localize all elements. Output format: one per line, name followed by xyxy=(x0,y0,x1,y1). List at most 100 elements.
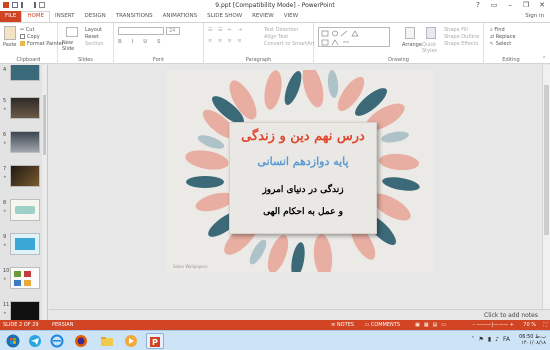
copy-button[interactable]: Copy xyxy=(20,34,40,40)
comments-toggle[interactable]: ▭ COMMENTS xyxy=(364,322,400,328)
clock[interactable]: 06:50 ب.ظ ۱۴۰۱/۰۸/۱۸ xyxy=(519,334,546,346)
tab-animations[interactable]: ANIMATIONS xyxy=(158,11,203,22)
arrange-icon[interactable] xyxy=(405,27,415,39)
help-button[interactable]: ? xyxy=(472,0,484,11)
font-label: Font xyxy=(153,57,164,63)
text-direction-button[interactable]: Text Direction xyxy=(264,27,298,33)
editing-label: Editing xyxy=(502,57,520,63)
alignment-buttons[interactable]: ≡ ≡ ≡ ≡ xyxy=(208,38,244,44)
flag-icon[interactable]: ⚑ xyxy=(478,336,483,343)
cut-button[interactable]: ✂ Cut xyxy=(20,27,34,33)
shape-fill-button[interactable]: Shape Fill xyxy=(444,27,468,33)
taskbar-powerpoint[interactable]: P xyxy=(146,333,164,349)
align-text-button[interactable]: Align Text xyxy=(264,34,288,40)
network-icon[interactable]: ▮ xyxy=(488,336,491,343)
zoom-slider[interactable]: – ———|——— + xyxy=(472,322,514,328)
slide-thumbnail-6[interactable] xyxy=(10,131,40,153)
media-player-icon xyxy=(125,335,137,347)
list-buttons[interactable]: ☰ ☰ ⇤ ⇥ xyxy=(208,27,244,33)
slide-thumbnail-4[interactable] xyxy=(10,65,40,81)
paintbrush-icon xyxy=(20,41,25,46)
close-button[interactable]: ✕ xyxy=(536,0,548,11)
slide-title-line-1: درس نهم دین و زندگی xyxy=(241,129,365,144)
taskbar-telegram[interactable] xyxy=(26,333,44,349)
slide-thumbnail-8[interactable] xyxy=(10,199,40,221)
tab-view[interactable]: VIEW xyxy=(279,11,303,22)
font-format-buttons[interactable]: B I U S xyxy=(118,39,165,45)
new-slide-icon[interactable] xyxy=(66,27,78,37)
layout-button[interactable]: Layout xyxy=(85,27,102,33)
thumbnail-number: 6 xyxy=(3,132,7,138)
thumbnail-number: 9 xyxy=(3,234,7,240)
collapse-ribbon-icon[interactable]: ⌃ xyxy=(542,56,546,62)
tab-review[interactable]: REVIEW xyxy=(247,11,279,22)
font-size-dropdown[interactable]: 24 xyxy=(166,27,180,35)
fit-to-window-icon[interactable]: ⛶ xyxy=(543,322,547,328)
up-arrow-icon[interactable]: ˄ xyxy=(471,336,474,343)
tab-transitions[interactable]: TRANSITIONS xyxy=(111,11,158,22)
title-textbox[interactable]: درس نهم دین و زندگی پایه دوازدهم انسانی … xyxy=(229,122,377,234)
window-title: 9.ppt [Compatibility Mode] - PowerPoint xyxy=(215,2,335,9)
zoom-level[interactable]: 70 % xyxy=(523,322,536,328)
thumbnail-number: 5 xyxy=(3,98,7,104)
shapes-gallery[interactable] xyxy=(318,27,390,47)
shape-effects-button[interactable]: Shape Effects xyxy=(444,41,478,47)
current-slide[interactable]: درس نهم دین و زندگی پایه دوازدهم انسانی … xyxy=(167,70,433,272)
powerpoint-window: 9.ppt [Compatibility Mode] - PowerPoint … xyxy=(0,0,550,350)
window-controls: ? ▭ – ❐ ✕ xyxy=(472,0,548,11)
taskbar-firefox[interactable] xyxy=(72,333,90,349)
shapes-icon xyxy=(321,30,359,46)
sign-in-link[interactable]: Sign in xyxy=(525,11,550,22)
notes-toggle[interactable]: ≡ NOTES xyxy=(331,322,354,328)
transition-star-icon: ★ xyxy=(3,310,7,315)
volume-icon[interactable]: ♪ xyxy=(495,336,499,343)
paste-button[interactable]: Paste xyxy=(3,42,17,48)
font-name-dropdown[interactable] xyxy=(118,27,164,35)
new-slide-button[interactable]: New Slide xyxy=(62,40,84,52)
tab-home[interactable]: HOME xyxy=(21,11,51,22)
slide-thumbnail-10[interactable] xyxy=(10,267,40,289)
select-button[interactable]: ↖ Select xyxy=(490,41,511,47)
powerpoint-icon: P xyxy=(150,337,160,347)
paste-icon[interactable] xyxy=(4,26,16,40)
taskbar-media-player[interactable] xyxy=(122,333,140,349)
thumbnail-number: 10 xyxy=(3,268,10,274)
find-button[interactable]: ⌕ Find xyxy=(490,27,505,33)
tab-slide-show[interactable]: SLIDE SHOW xyxy=(202,11,247,22)
tab-file[interactable]: FILE xyxy=(0,11,22,22)
language-indicator[interactable]: PERSIAN xyxy=(52,322,73,328)
replace-button[interactable]: ⇄ Replace xyxy=(490,34,516,40)
tab-design[interactable]: DESIGN xyxy=(80,11,111,22)
editing-group: ⌕ Find ⇄ Replace ↖ Select Editing xyxy=(484,23,538,64)
notes-pane[interactable]: Click to add notes xyxy=(49,309,550,320)
shape-outline-button[interactable]: Shape Outline xyxy=(444,34,479,40)
slide-thumbnail-7[interactable] xyxy=(10,165,40,187)
transition-star-icon: ★ xyxy=(3,242,7,247)
keyboard-language[interactable]: FA xyxy=(503,336,510,343)
view-buttons[interactable]: ▣▦▤▭ xyxy=(415,322,450,328)
taskbar-file-explorer[interactable] xyxy=(98,333,116,349)
restore-button[interactable]: ❐ xyxy=(520,0,532,11)
windows-start-icon[interactable] xyxy=(6,334,20,348)
slide-thumbnail-5[interactable] xyxy=(10,97,40,119)
convert-smartart-button[interactable]: Convert to SmartArt xyxy=(264,41,315,47)
quick-styles-icon[interactable] xyxy=(426,27,436,39)
ribbon-display-button[interactable]: ▭ xyxy=(488,0,500,11)
quick-styles-button[interactable]: Quick Styles xyxy=(422,42,442,54)
tab-insert[interactable]: INSERT xyxy=(50,11,79,22)
section-button[interactable]: Section xyxy=(85,41,104,47)
slide-title-line-3: زندگی در دنیای امروز xyxy=(262,185,344,195)
transition-star-icon: ★ xyxy=(3,106,7,111)
minimize-button[interactable]: – xyxy=(504,0,516,11)
status-bar: SLIDE 2 OF 29 PERSIAN ≡ NOTES ▭ COMMENTS… xyxy=(0,320,550,330)
arrange-button[interactable]: Arrange xyxy=(402,42,422,48)
slide-title-line-2: پایه دوازدهم انسانی xyxy=(257,155,349,168)
taskbar-internet-explorer[interactable] xyxy=(48,333,66,349)
replace-icon: ⇄ xyxy=(490,34,495,40)
editor-scrollbar[interactable] xyxy=(542,65,550,309)
thumbnail-number: 8 xyxy=(3,200,7,206)
thumbnail-scrollbar[interactable] xyxy=(42,65,47,320)
slide-thumbnail-9[interactable] xyxy=(10,233,40,255)
reset-button[interactable]: Reset xyxy=(85,34,99,40)
slide-thumbnail-11[interactable] xyxy=(10,301,40,320)
